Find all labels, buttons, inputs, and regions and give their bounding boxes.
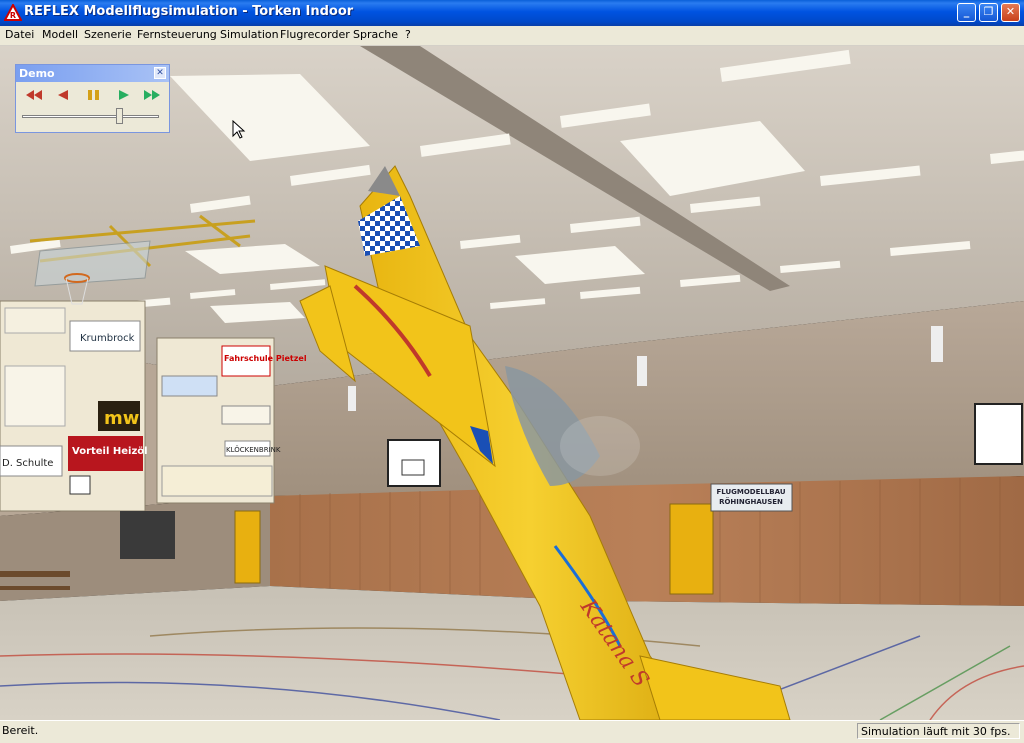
- demo-close-button[interactable]: ✕: [154, 67, 166, 79]
- ad-text-6: mw: [104, 408, 139, 429]
- status-bar: Bereit. Simulation läuft mit 30 fps.: [0, 720, 1024, 743]
- menu-datei[interactable]: Datei: [5, 28, 34, 41]
- ad-text-3: D. Schulte: [2, 458, 53, 469]
- title-bar[interactable]: R REFLEX Modellflugsimulation - Torken I…: [0, 0, 1024, 26]
- app-icon: R: [4, 4, 22, 21]
- menu-fernsteuerung[interactable]: Fernsteuerung: [137, 28, 217, 41]
- playback-slider-track[interactable]: [22, 115, 159, 118]
- ad-text-5: KLÖCKENBRINK: [226, 445, 281, 454]
- ad-text-2: Vorteil Heizöl: [72, 446, 148, 457]
- simulation-viewport[interactable]: Krumbrock mw Vorteil Heizöl D. Schulte F…: [0, 46, 1024, 720]
- pause-icon[interactable]: [81, 87, 105, 103]
- minimize-button[interactable]: _: [957, 3, 976, 22]
- menu-flugrecorder[interactable]: Flugrecorder: [280, 28, 350, 41]
- menu-modell[interactable]: Modell: [42, 28, 78, 41]
- close-icon: ✕: [1005, 5, 1016, 18]
- fast-forward-icon[interactable]: [140, 87, 164, 103]
- status-text: Bereit.: [2, 724, 39, 737]
- playback-slider-thumb[interactable]: [115, 108, 123, 124]
- status-fps-text: Simulation läuft mit 30 fps.: [861, 725, 1011, 738]
- demo-panel-title: Demo: [19, 67, 55, 80]
- menu-help[interactable]: ?: [405, 28, 411, 41]
- step-back-icon[interactable]: [52, 87, 76, 103]
- gym-scene: Krumbrock mw Vorteil Heizöl D. Schulte F…: [0, 46, 1024, 720]
- banner-text-1: FLUGMODELLBAU: [716, 488, 785, 496]
- demo-panel-header[interactable]: Demo ✕: [16, 65, 169, 82]
- rewind-icon[interactable]: [22, 87, 46, 103]
- demo-panel[interactable]: Demo ✕: [15, 64, 170, 133]
- play-icon[interactable]: [111, 87, 135, 103]
- mouse-pointer-icon: [232, 120, 246, 139]
- menu-simulation[interactable]: Simulation: [220, 28, 279, 41]
- menu-sprache[interactable]: Sprache: [353, 28, 398, 41]
- close-button[interactable]: ✕: [1001, 3, 1020, 22]
- status-fps-panel: Simulation läuft mit 30 fps.: [857, 723, 1020, 739]
- ad-text-1: Fahrschule Pietzel: [224, 354, 307, 363]
- minimize-icon: _: [963, 5, 970, 18]
- menu-szenerie[interactable]: Szenerie: [84, 28, 132, 41]
- svg-text:R: R: [10, 11, 16, 20]
- ad-text-4: Krumbrock: [80, 333, 135, 344]
- restore-icon: ❐: [983, 5, 994, 18]
- banner-text-2: RÖHINGHAUSEN: [719, 497, 783, 506]
- window-title: REFLEX Modellflugsimulation - Torken Ind…: [24, 4, 354, 19]
- close-icon: ✕: [156, 68, 164, 78]
- maximize-button[interactable]: ❐: [979, 3, 998, 22]
- menu-bar: Datei Modell Szenerie Fernsteuerung Simu…: [0, 26, 1024, 46]
